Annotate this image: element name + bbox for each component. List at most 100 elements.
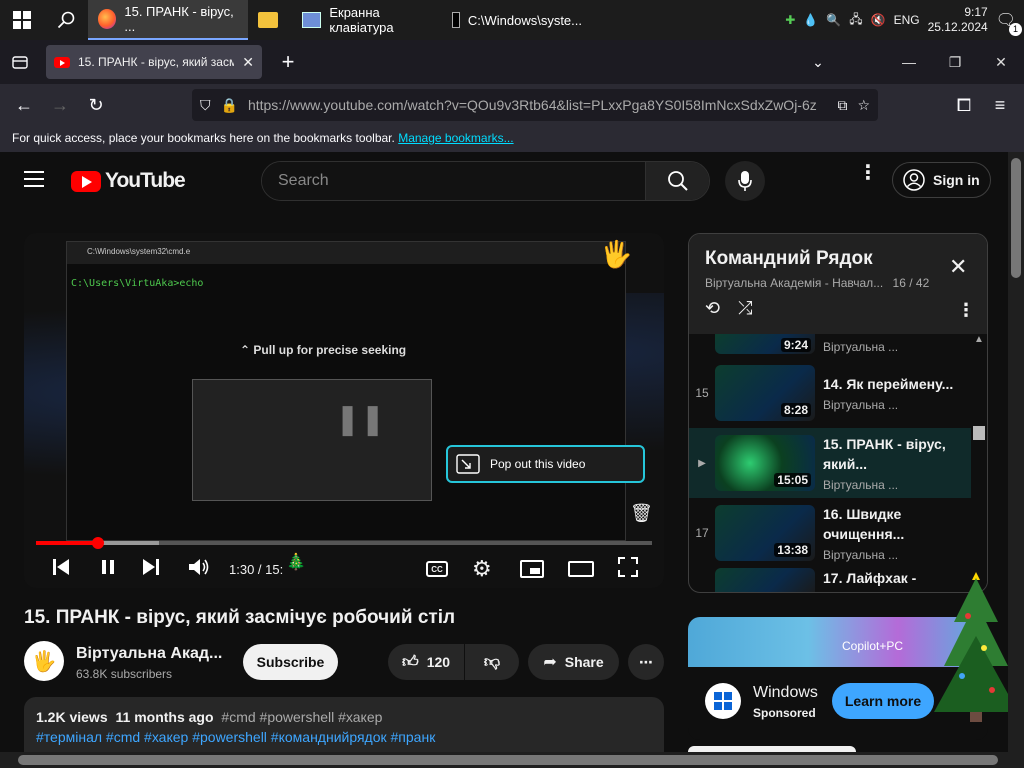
minimize-button[interactable]: —: [886, 40, 932, 84]
bookmarks-toolbar: For quick access, place your bookmarks h…: [0, 126, 1024, 152]
video-player[interactable]: C:\Windows\system32\cmd.e C:\Users\Virtu…: [24, 233, 664, 588]
youtube-logo[interactable]: YouTube: [71, 169, 186, 193]
arrow-left-icon: ←: [15, 94, 33, 115]
miniplayer-button[interactable]: [520, 560, 544, 578]
playlist-item[interactable]: 15 8:28 14. Як переймену... Віртуальна .…: [689, 358, 971, 428]
clock[interactable]: 9:17 25.12.2024: [928, 5, 988, 35]
url-text[interactable]: https://www.youtube.com/watch?v=QOu9v3Rt…: [248, 97, 828, 113]
close-playlist-icon[interactable]: ✕: [949, 254, 967, 280]
pause-button[interactable]: [100, 558, 116, 581]
search-input[interactable]: Search: [262, 162, 645, 200]
reload-button[interactable]: ↻: [78, 89, 114, 121]
double-chevron-up-icon: ⌃: [240, 343, 251, 357]
bookmark-star-icon[interactable]: ☆: [857, 97, 870, 114]
antivirus-icon[interactable]: ✚: [785, 13, 795, 27]
theater-mode-button[interactable]: [568, 561, 594, 577]
sign-in-label: Sign in: [933, 172, 980, 188]
search-tray-icon[interactable]: 🔍: [826, 13, 841, 27]
picture-in-picture-icon[interactable]: ⧉: [837, 97, 847, 114]
fullscreen-button[interactable]: [618, 556, 638, 582]
captions-button[interactable]: CC: [426, 561, 448, 577]
taskbar-osk[interactable]: Екранна клавіатура: [292, 0, 442, 40]
firefox-view-button[interactable]: [2, 46, 38, 78]
sign-in-button[interactable]: Sign in: [892, 162, 991, 198]
previous-button[interactable]: [52, 558, 70, 581]
channel-name[interactable]: Віртуальна Акад...: [76, 645, 222, 663]
playlist-item-channel: Віртуальна ...: [823, 398, 899, 412]
video-duration: 9:24: [780, 338, 811, 352]
progress-bar[interactable]: [36, 537, 652, 549]
list-tabs-button[interactable]: ⌄: [800, 46, 836, 78]
search-button[interactable]: [645, 162, 709, 200]
language-indicator[interactable]: ENG: [894, 13, 920, 27]
share-label: Share: [564, 654, 604, 670]
playlist-item-current[interactable]: ▶ 15:05 15. ПРАНК - вірус, який... Вірту…: [689, 428, 971, 498]
pop-out-button[interactable]: Pop out this video: [446, 445, 645, 483]
chevron-up-icon[interactable]: ▲: [974, 334, 984, 345]
volume-button[interactable]: [188, 557, 210, 582]
progress-scrubber[interactable]: [91, 537, 104, 549]
manage-bookmarks-link[interactable]: Manage bookmarks...: [398, 131, 513, 145]
app-menu-button[interactable]: ≡: [982, 89, 1018, 121]
search-taskbar-button[interactable]: [44, 0, 88, 40]
upload-age: 11 months ago: [115, 709, 214, 725]
page-horizontal-scrollbar[interactable]: [0, 752, 1024, 768]
windows-logo: [705, 683, 741, 719]
tab-title: 15. ПРАНК - вірус, який засм: [78, 55, 235, 69]
share-button[interactable]: ➦ Share: [528, 644, 619, 680]
forward-button[interactable]: →: [42, 89, 78, 121]
search-icon: [667, 171, 688, 191]
start-button[interactable]: [0, 0, 44, 40]
shuffle-icon[interactable]: ⤮: [738, 298, 752, 319]
playlist-title[interactable]: Командний Рядок: [705, 248, 971, 270]
settings-menu-button[interactable]: ⋮: [858, 163, 878, 183]
video-duration: 8:28: [780, 403, 811, 417]
lock-icon[interactable]: 🔒: [221, 97, 238, 114]
taskbar-explorer[interactable]: [248, 0, 292, 40]
taskbar-firefox[interactable]: 15. ПРАНК - вірус, ...: [88, 0, 248, 40]
chevron-down-icon: ⌄: [812, 53, 824, 70]
browser-tab-active[interactable]: 15. ПРАНК - вірус, який засм ✕: [46, 45, 262, 79]
loop-playlist-icon[interactable]: ⟲: [705, 298, 720, 319]
close-window-button[interactable]: ✕: [978, 40, 1024, 84]
drop-icon[interactable]: 💧: [803, 13, 818, 27]
playlist-menu-icon[interactable]: ⋮: [957, 300, 975, 321]
page-scroll-thumb[interactable]: [1011, 158, 1021, 278]
url-bar[interactable]: ⛉ 🔒 https://www.youtube.com/watch?v=QOu9…: [192, 89, 878, 121]
playlist-owner[interactable]: Віртуальна Академія - Навчал...: [705, 276, 883, 290]
extensions-button[interactable]: ⧠: [946, 89, 982, 121]
page-hscroll-thumb[interactable]: [18, 755, 998, 765]
learn-more-button[interactable]: Learn more: [832, 683, 934, 719]
maximize-button[interactable]: ❐: [932, 40, 978, 84]
cmd-titlebar: C:\Windows\system32\cmd.e: [67, 242, 625, 264]
playlist-panel: Командний Рядок Віртуальна Академія - На…: [688, 233, 988, 593]
shield-icon[interactable]: ⛉: [200, 97, 211, 114]
playlist-scrollbar[interactable]: ▲: [971, 334, 987, 592]
dislike-button[interactable]: 👎︎: [465, 644, 519, 680]
back-button[interactable]: ←: [6, 89, 42, 121]
firefox-view-icon: [12, 56, 28, 69]
volume-muted-icon[interactable]: 🔇: [871, 13, 886, 27]
hashtags-line1[interactable]: #cmd #powershell #хакер: [221, 709, 382, 725]
next-button[interactable]: [142, 558, 160, 581]
playlist-item[interactable]: 9:24 Віртуальна ...: [689, 334, 971, 354]
hashtags-line2[interactable]: #термінал #cmd #хакер #powershell #коман…: [36, 727, 652, 747]
page-scrollbar[interactable]: [1008, 152, 1024, 752]
playlist-item-title: 14. Як переймену...: [823, 376, 954, 392]
playlist-scroll-thumb[interactable]: [973, 426, 985, 440]
new-tab-button[interactable]: +: [270, 46, 306, 78]
playlist-item[interactable]: 17 13:38 16. Швидке очищення... Віртуаль…: [689, 498, 971, 568]
voice-search-button[interactable]: [725, 161, 765, 201]
more-actions-button[interactable]: ⋯: [628, 644, 664, 680]
player-settings-button[interactable]: ⚙: [472, 556, 492, 582]
taskbar-cmd[interactable]: C:\Windows\syste...: [442, 0, 592, 40]
like-button[interactable]: 👍︎ 120: [388, 644, 464, 680]
system-tray: ✚ 💧 🔍 🖧 🔇 ENG 9:17 25.12.2024 🗨 1: [785, 5, 1024, 36]
playlist-item[interactable]: 17. Лайфхак -: [689, 568, 971, 592]
close-tab-icon[interactable]: ✕: [242, 54, 254, 71]
channel-avatar[interactable]: 🖐: [24, 641, 64, 681]
network-icon[interactable]: 🖧: [849, 10, 862, 31]
notifications-icon[interactable]: 🗨 1: [996, 10, 1022, 36]
subscribe-button[interactable]: Subscribe: [243, 644, 338, 680]
guide-menu-button[interactable]: [24, 170, 46, 193]
